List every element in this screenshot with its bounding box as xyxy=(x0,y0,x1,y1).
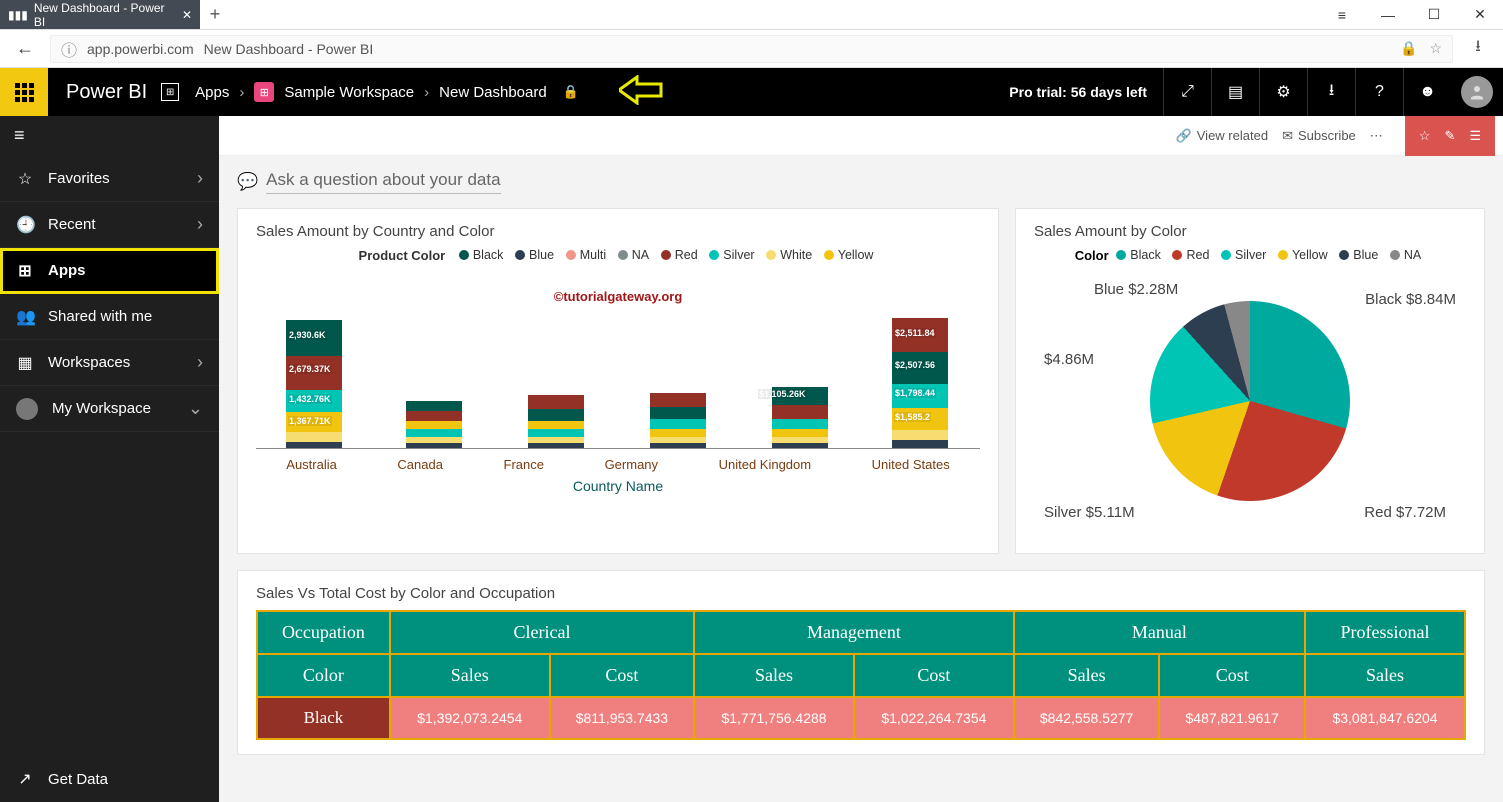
list-view-button[interactable]: ☰ xyxy=(1469,128,1481,144)
tile-title: Sales Amount by Color xyxy=(1034,223,1466,240)
get-data-button[interactable]: ↗ Get Data xyxy=(0,756,219,802)
url-host: app.powerbi.com xyxy=(87,41,194,57)
breadcrumb: ⊞ Apps › ⊞ Sample Workspace › New Dashbo… xyxy=(161,82,579,102)
url-title: New Dashboard - Power BI xyxy=(204,41,374,57)
hamburger-icon[interactable]: ≡ xyxy=(14,125,25,146)
x-axis-title: Country Name xyxy=(256,478,980,494)
fullscreen-button[interactable]: ⤢ xyxy=(1163,68,1211,116)
apps-icon: ⊞ xyxy=(16,261,34,281)
workspaces-icon: ▦ xyxy=(16,353,34,373)
matrix-table: Occupation Clerical Management Manual Pr… xyxy=(256,610,1466,740)
tile-ribbon-chart[interactable]: Sales Amount by Country and Color Produc… xyxy=(237,208,999,554)
notifications-button[interactable]: ▤ xyxy=(1211,68,1259,116)
powerbi-topbar: Power BI ⊞ Apps › ⊞ Sample Workspace › N… xyxy=(0,68,1503,116)
lock-icon: 🔒 xyxy=(563,84,579,100)
app-launcher-button[interactable] xyxy=(0,68,48,116)
trial-status[interactable]: Pro trial: 56 days left xyxy=(993,84,1163,100)
table-row: Black $1,392,073.2454 $811,953.7433 $1,7… xyxy=(257,697,1465,739)
lock-icon: 🔒 xyxy=(1400,40,1417,57)
tile-pie-chart[interactable]: Sales Amount by Color Color Black Red Si… xyxy=(1015,208,1485,554)
sub-toolbar: ≡ 🔗 View related ✉ Subscribe ⋯ ☆ ✎ ☰ xyxy=(0,116,1503,156)
matrix-color-header: Color xyxy=(257,654,390,697)
feedback-button[interactable]: ☻ xyxy=(1403,68,1451,116)
browser-tab[interactable]: ▮▮▮ New Dashboard - Power BI ✕ xyxy=(0,0,200,29)
new-tab-button[interactable]: + xyxy=(200,0,230,29)
chevron-right-icon: › xyxy=(197,214,203,235)
browser-menu-icon[interactable]: ≡ xyxy=(1319,0,1365,29)
breadcrumb-workspace[interactable]: Sample Workspace xyxy=(284,84,414,101)
get-data-icon: ↗ xyxy=(16,769,34,789)
sidebar: ☆ Favorites › 🕘 Recent › ⊞ Apps 👥 Shared… xyxy=(0,156,219,802)
tile-title: Sales Amount by Country and Color xyxy=(256,223,980,240)
clock-icon: 🕘 xyxy=(16,215,34,235)
tile-title: Sales Vs Total Cost by Color and Occupat… xyxy=(256,585,1466,602)
download-icon[interactable]: ⭳ xyxy=(1463,35,1493,62)
close-window-button[interactable]: ✕ xyxy=(1457,0,1503,29)
subscribe-button[interactable]: ✉ Subscribe xyxy=(1282,128,1356,144)
star-icon: ☆ xyxy=(16,169,34,189)
address-field[interactable]: ⓘ app.powerbi.com New Dashboard - Power … xyxy=(50,35,1453,63)
sidebar-header: ≡ xyxy=(0,116,219,156)
related-icon: 🔗 xyxy=(1176,128,1192,144)
site-info-icon[interactable]: ⓘ xyxy=(61,37,77,61)
sidebar-item-workspaces[interactable]: ▦ Workspaces › xyxy=(0,340,219,386)
chevron-right-icon: › xyxy=(424,84,429,101)
matrix-occupation-header: Occupation xyxy=(257,611,390,654)
sidebar-item-shared[interactable]: 👥 Shared with me xyxy=(0,294,219,340)
annotation-arrow xyxy=(619,75,663,110)
breadcrumb-dashboard[interactable]: New Dashboard xyxy=(439,84,547,101)
chevron-right-icon: › xyxy=(197,352,203,373)
pie-chart-area: Black $8.84M Red $7.72M Silver $5.11M $4… xyxy=(1034,271,1466,531)
brand-label: Power BI xyxy=(66,81,147,104)
dashboard-actions-strip: ☆ ✎ ☰ xyxy=(1405,116,1495,156)
view-related-button[interactable]: 🔗 View related xyxy=(1176,128,1269,144)
chevron-down-icon: ⌄ xyxy=(188,398,203,419)
chevron-right-icon: › xyxy=(197,168,203,189)
back-button[interactable]: ← xyxy=(10,38,40,59)
dashboard-canvas: 💬 Ask a question about your data Sales A… xyxy=(219,156,1503,802)
workspace-icon: ⊞ xyxy=(254,82,274,102)
chevron-right-icon: › xyxy=(239,84,244,101)
maximize-button[interactable]: ☐ xyxy=(1411,0,1457,29)
user-avatar[interactable] xyxy=(1461,76,1493,108)
tile-matrix[interactable]: Sales Vs Total Cost by Color and Occupat… xyxy=(237,570,1485,755)
more-options-button[interactable]: ⋯ xyxy=(1370,128,1383,144)
edit-button[interactable]: ✎ xyxy=(1444,128,1455,144)
pie-legend: Color Black Red Silver Yellow Blue NA xyxy=(1034,248,1466,263)
tab-icon: ▮▮▮ xyxy=(8,8,28,22)
star-icon[interactable]: ☆ xyxy=(1429,40,1442,57)
breadcrumb-apps[interactable]: Apps xyxy=(195,84,229,101)
close-tab-icon[interactable]: ✕ xyxy=(182,8,192,22)
sidebar-item-apps[interactable]: ⊞ Apps xyxy=(0,248,219,294)
chat-icon: 💬 xyxy=(237,172,258,192)
minimize-button[interactable]: — xyxy=(1365,0,1411,29)
sidebar-item-favorites[interactable]: ☆ Favorites › xyxy=(0,156,219,202)
help-button[interactable]: ? xyxy=(1355,68,1403,116)
qna-placeholder: Ask a question about your data xyxy=(266,170,500,194)
workspace-avatar xyxy=(16,398,38,420)
sidebar-item-my-workspace[interactable]: My Workspace ⌄ xyxy=(0,386,219,432)
x-axis-labels: Australia Canada France Germany United K… xyxy=(256,457,980,472)
favorite-button[interactable]: ☆ xyxy=(1419,128,1431,144)
ribbon-legend: Product Color Black Blue Multi NA Red Si… xyxy=(256,248,980,263)
browser-address-bar: ← ⓘ app.powerbi.com New Dashboard - Powe… xyxy=(0,30,1503,68)
settings-button[interactable]: ⚙ xyxy=(1259,68,1307,116)
qna-box[interactable]: 💬 Ask a question about your data xyxy=(237,170,1485,194)
download-button[interactable]: ⭳ xyxy=(1307,68,1355,116)
share-icon: 👥 xyxy=(16,307,34,327)
mail-icon: ✉ xyxy=(1282,128,1293,144)
sidebar-item-recent[interactable]: 🕘 Recent › xyxy=(0,202,219,248)
ribbon-chart-area: 2,930.6K 2,679.37K 1,432.76K 1,367.71K xyxy=(256,269,980,449)
apps-icon: ⊞ xyxy=(161,83,179,101)
browser-titlebar: ▮▮▮ New Dashboard - Power BI ✕ + ≡ — ☐ ✕ xyxy=(0,0,1503,30)
tab-title: New Dashboard - Power BI xyxy=(34,1,176,29)
